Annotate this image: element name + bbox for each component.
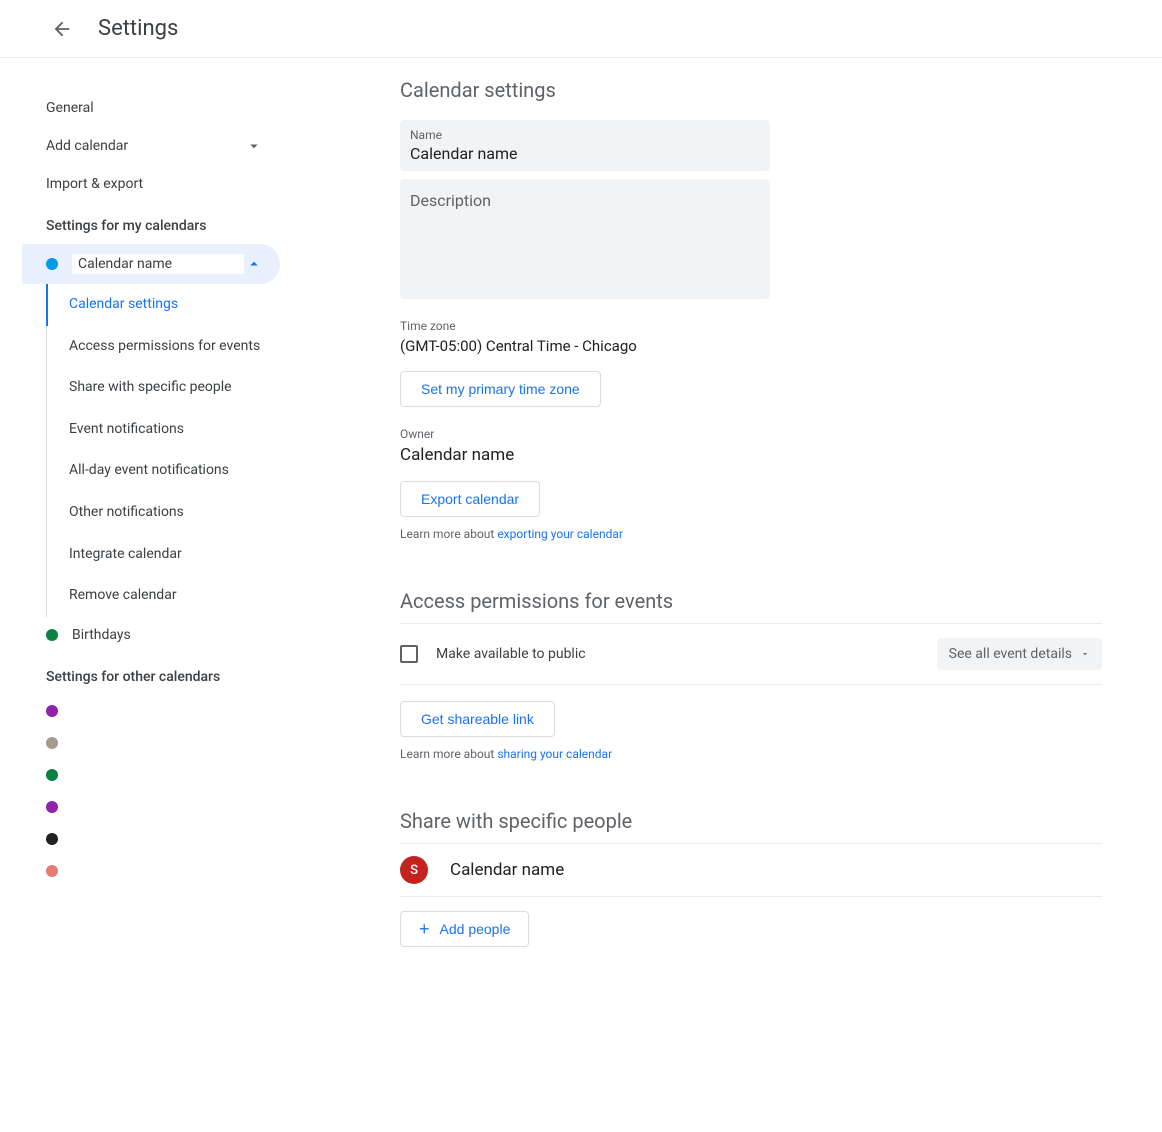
description-placeholder: Description [410, 191, 760, 210]
avatar: S [400, 856, 428, 884]
timezone-value: (GMT-05:00) Central Time - Chicago [400, 337, 1102, 355]
calendar-color-dot [46, 737, 58, 749]
sidebar-other-calendar[interactable] [42, 727, 280, 759]
chevron-down-icon [244, 136, 264, 156]
share-title: Share with specific people [400, 809, 1102, 844]
make-public-row: Make available to public See all event d… [400, 624, 1102, 685]
make-public-label: Make available to public [436, 646, 586, 662]
sub-nav: Calendar settings Access permissions for… [46, 284, 280, 617]
export-calendar-button[interactable]: Export calendar [400, 481, 540, 517]
sidebar-other-calendar[interactable] [42, 791, 280, 823]
set-primary-timezone-button[interactable]: Set my primary time zone [400, 371, 601, 407]
learn-sharing: Learn more about sharing your calendar [400, 747, 1102, 761]
learn-export-link[interactable]: exporting your calendar [497, 527, 623, 541]
calendar-color-dot [46, 801, 58, 813]
subnav-event-notifications[interactable]: Event notifications [47, 409, 280, 451]
page-title: Settings [98, 16, 178, 41]
subnav-integrate[interactable]: Integrate calendar [47, 534, 280, 576]
header: Settings [0, 0, 1162, 58]
learn-export: Learn more about exporting your calendar [400, 527, 1102, 541]
section-share-specific: Share with specific people S Calendar na… [400, 809, 1102, 947]
calendar-color-dot [46, 258, 58, 270]
name-label: Name [410, 128, 760, 142]
calendar-color-dot [46, 769, 58, 781]
sidebar-other-calendar[interactable] [42, 823, 280, 855]
sidebar-other-calendar[interactable] [42, 695, 280, 727]
subnav-remove[interactable]: Remove calendar [47, 575, 280, 617]
owner-value: Calendar name [400, 445, 1102, 465]
name-field[interactable]: Name Calendar name [400, 120, 770, 171]
sidebar-calendar-selected[interactable]: Calendar name [22, 244, 280, 284]
subnav-share-specific[interactable]: Share with specific people [47, 367, 280, 409]
dropdown-caret-icon [1080, 649, 1090, 659]
section-other-calendars: Settings for other calendars [42, 653, 280, 695]
nav-general[interactable]: General [42, 90, 280, 126]
subnav-calendar-settings[interactable]: Calendar settings [46, 284, 280, 326]
section-my-calendars: Settings for my calendars [42, 202, 280, 244]
description-field[interactable]: Description [400, 179, 770, 299]
learn-sharing-link[interactable]: sharing your calendar [497, 747, 612, 761]
nav-import-export[interactable]: Import & export [42, 166, 280, 202]
calendar-color-dot [46, 629, 58, 641]
back-button[interactable] [50, 17, 74, 41]
nav-import-export-label: Import & export [46, 176, 143, 192]
plus-icon: + [419, 920, 430, 938]
sidebar-other-calendar[interactable] [42, 759, 280, 791]
owner-label: Owner [400, 427, 1102, 441]
access-title: Access permissions for events [400, 589, 1102, 624]
calendar-color-dot [46, 865, 58, 877]
calendar-color-dot [46, 705, 58, 717]
learn-export-prefix: Learn more about [400, 527, 497, 541]
shared-person-name: Calendar name [450, 860, 564, 880]
name-value: Calendar name [410, 144, 760, 163]
make-public-checkbox[interactable] [400, 645, 418, 663]
section-calendar-settings: Calendar settings Name Calendar name Des… [400, 78, 1102, 541]
chevron-up-icon [244, 254, 264, 274]
sidebar-calendar-birthdays[interactable]: Birthdays [42, 617, 280, 653]
section-access-permissions: Access permissions for events Make avail… [400, 589, 1102, 761]
calendar-settings-title: Calendar settings [400, 78, 1102, 102]
arrow-left-icon [51, 18, 73, 40]
nav-general-label: General [46, 100, 94, 116]
timezone-label: Time zone [400, 319, 1102, 333]
sidebar: General Add calendar Import & export Set… [0, 78, 280, 1035]
birthdays-label: Birthdays [72, 627, 264, 643]
add-people-button[interactable]: + Add people [400, 911, 529, 947]
visibility-dropdown-label: See all event details [949, 646, 1072, 662]
get-shareable-link-button[interactable]: Get shareable link [400, 701, 555, 737]
subnav-allday-notifications[interactable]: All-day event notifications [47, 450, 280, 492]
calendar-color-dot [46, 833, 58, 845]
shared-person-row: S Calendar name [400, 844, 1102, 897]
subnav-access-permissions[interactable]: Access permissions for events [47, 326, 280, 368]
selected-calendar-label: Calendar name [72, 254, 244, 274]
subnav-other-notifications[interactable]: Other notifications [47, 492, 280, 534]
nav-add-calendar[interactable]: Add calendar [42, 126, 280, 166]
add-people-label: Add people [440, 921, 511, 937]
visibility-dropdown[interactable]: See all event details [937, 638, 1102, 670]
sidebar-other-calendar[interactable] [42, 855, 280, 887]
content: Calendar settings Name Calendar name Des… [280, 78, 1162, 1035]
nav-add-calendar-label: Add calendar [46, 138, 128, 154]
learn-sharing-prefix: Learn more about [400, 747, 497, 761]
